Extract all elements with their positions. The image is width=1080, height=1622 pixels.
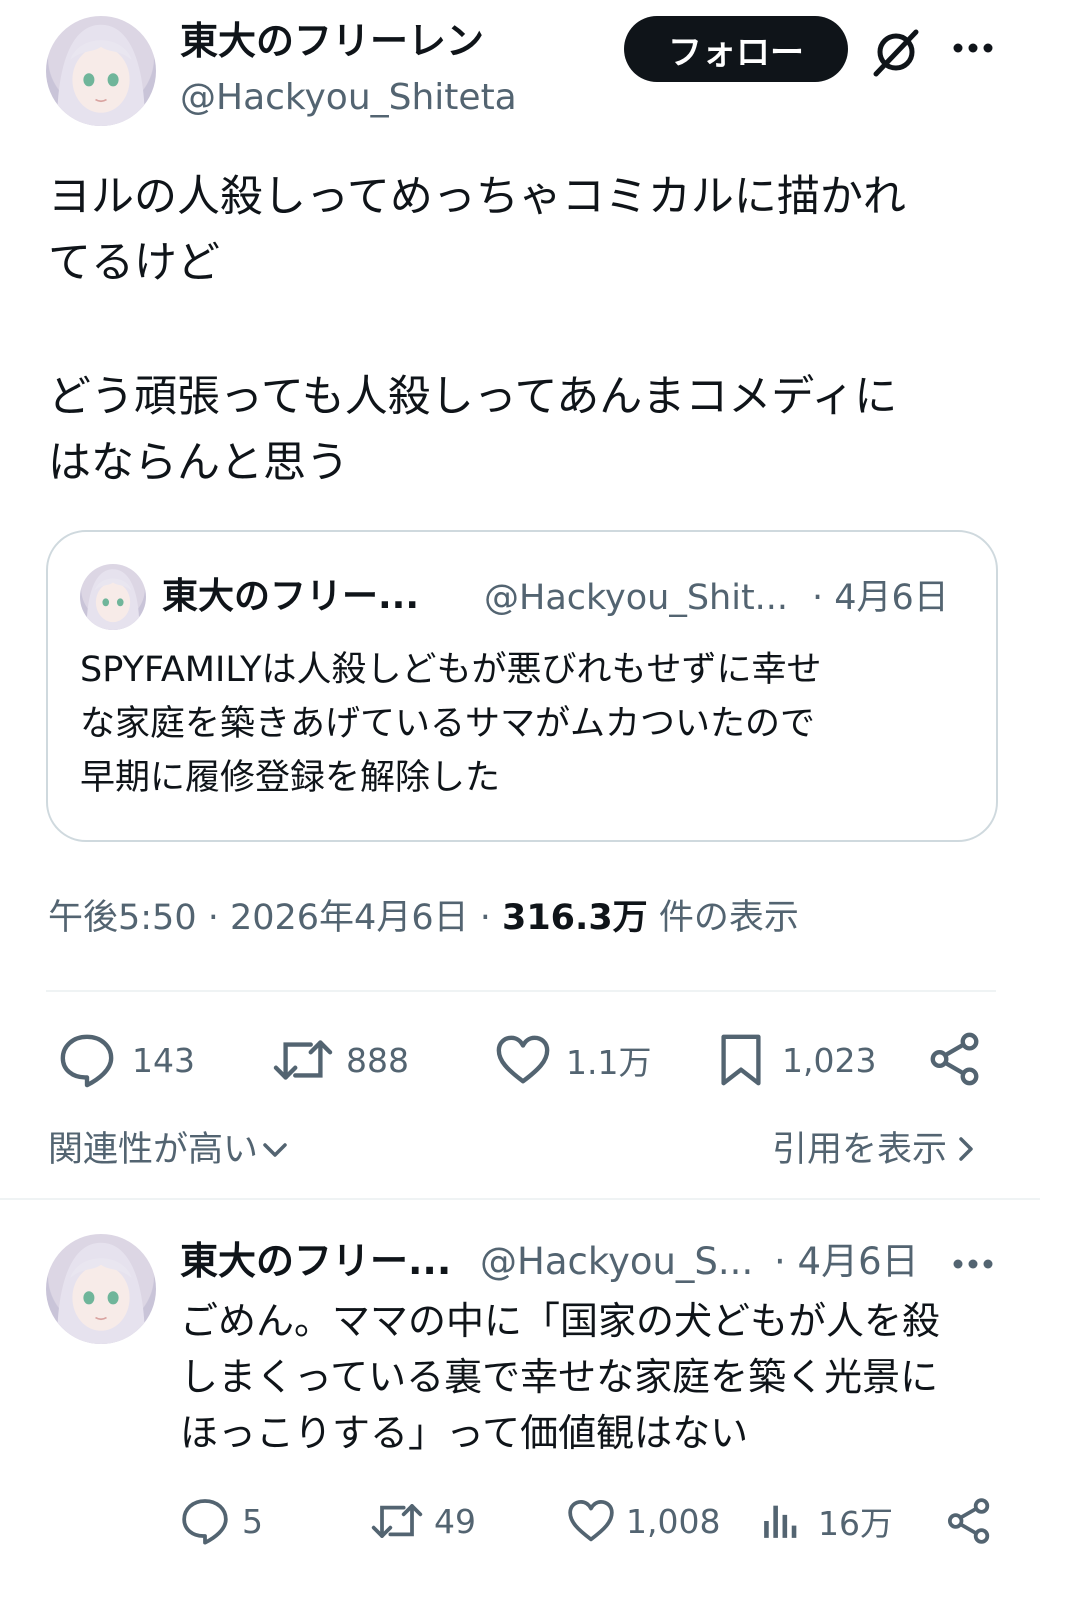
bookmark-button[interactable]: 1,023 <box>712 1030 876 1090</box>
grok-icon[interactable] <box>868 24 924 80</box>
retweet-icon <box>371 1504 423 1538</box>
sort-dropdown[interactable]: 関連性が高い <box>48 1120 290 1172</box>
reply-author-avatar[interactable] <box>46 1234 156 1344</box>
reply-text-line-3: ほっこりする」って価値観はない <box>180 1411 749 1455</box>
view-quotes-label: 引用を表示 <box>772 1129 948 1170</box>
divider <box>0 1198 1040 1200</box>
tweet-text-line-3: どう頑張っても人殺しってあんまコメディに <box>48 372 898 422</box>
view-count: 316.3万 <box>501 898 648 938</box>
quoted-author-avatar <box>80 564 146 630</box>
reply-author-handle[interactable]: @Hackyou_S... <box>480 1238 753 1286</box>
reply-views-button[interactable]: 16万 <box>758 1494 893 1548</box>
sort-label: 関連性が高い <box>48 1129 259 1170</box>
retweet-icon <box>273 1040 333 1080</box>
bookmark-count: 1,023 <box>782 1040 877 1080</box>
follow-button[interactable]: フォロー <box>624 16 848 82</box>
more-icon[interactable] <box>950 1252 996 1276</box>
retweet-button[interactable]: 888 <box>272 1030 409 1090</box>
view-label: 件の表示 <box>647 898 799 938</box>
reply-like-count: 1,008 <box>626 1501 721 1541</box>
quoted-author-handle: @Hackyou_Shit... <box>484 578 789 618</box>
reply-reply-button[interactable]: 5 <box>180 1494 263 1548</box>
reply-like-button[interactable]: 1,008 <box>566 1494 720 1548</box>
like-icon <box>496 1035 550 1084</box>
tweet-text-line-1: ヨルの人殺しってめっちゃコミカルに描かれ <box>48 172 906 222</box>
quoted-text-line-1: SPYFAMILYは人殺しどもが悪びれもせずに幸せ <box>80 650 822 690</box>
author-avatar[interactable] <box>46 16 156 126</box>
reply-reply-count: 5 <box>242 1501 263 1541</box>
reply-icon <box>182 1499 228 1545</box>
avatar-illustration <box>57 24 145 126</box>
view-quotes-link[interactable]: 引用を表示 <box>772 1120 981 1172</box>
quoted-author-name: 東大のフリー... <box>162 576 420 617</box>
bookmark-icon <box>721 1034 761 1086</box>
reply-count: 143 <box>132 1040 195 1080</box>
more-icon[interactable] <box>950 36 996 60</box>
like-button[interactable]: 1.1万 <box>494 1030 651 1090</box>
tweet-text-line-2: てるけど <box>48 238 220 288</box>
quoted-text-line-2: な家庭を築きあげているサマがムカついたので <box>80 704 816 744</box>
views-icon <box>764 1505 797 1538</box>
like-icon <box>568 1499 614 1542</box>
reply-retweet-button[interactable]: 49 <box>370 1494 476 1548</box>
like-count: 1.1万 <box>566 1043 652 1082</box>
reply-retweet-count: 49 <box>434 1501 476 1541</box>
tweet-timestamp[interactable]: 午後5:50 · 2026年4月6日 · <box>48 898 502 938</box>
reply-button[interactable]: 143 <box>58 1030 195 1090</box>
retweet-count: 888 <box>346 1040 409 1080</box>
quoted-text-line-3: 早期に履修登録を解除した <box>80 758 501 798</box>
author-handle[interactable]: @Hackyou_Shiteta <box>180 74 517 122</box>
chevron-down-icon <box>263 1143 287 1157</box>
reply-text-line-2: しまくっている裏で幸せな家庭を築く光景に <box>180 1355 939 1399</box>
reply-date: · 4月6日 <box>774 1240 919 1283</box>
share-icon[interactable] <box>944 1496 994 1546</box>
tweet-meta: 午後5:50 · 2026年4月6日 · 316.3万 件の表示 <box>48 892 799 944</box>
divider <box>46 990 996 992</box>
reply-text-line-1: ごめん。ママの中に「国家の犬どもが人を殺 <box>180 1299 941 1343</box>
chevron-right-icon <box>959 1137 973 1161</box>
author-name[interactable]: 東大のフリーレン <box>180 16 484 66</box>
quoted-date: · 4月6日 <box>812 578 949 618</box>
share-icon[interactable] <box>926 1030 984 1088</box>
reply-author-name[interactable]: 東大のフリー... <box>180 1236 451 1286</box>
reply-views-count: 16万 <box>818 1504 893 1543</box>
reply-icon <box>60 1034 114 1088</box>
tweet-text-line-4: はならんと思う <box>48 438 349 488</box>
